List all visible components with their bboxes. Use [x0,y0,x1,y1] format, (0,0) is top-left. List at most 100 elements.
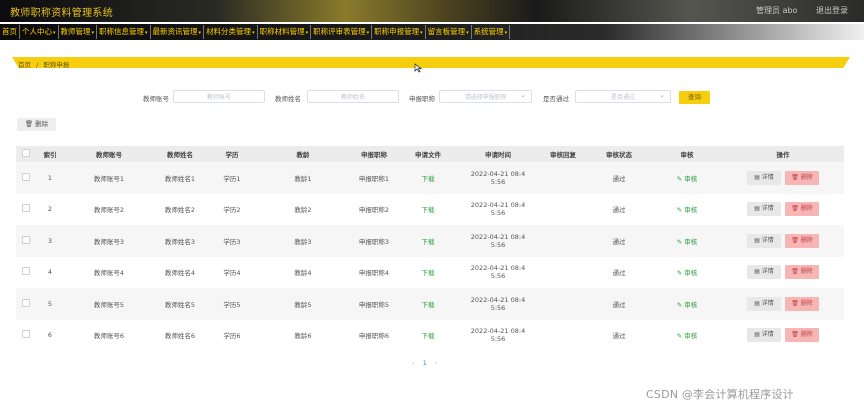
review-link[interactable]: ✎ 审核 [677,269,698,277]
delete-button[interactable]: 🗑 删除 [785,265,819,280]
chevron-down-icon: ▾ [366,30,370,36]
review-link[interactable]: ✎ 审核 [677,332,698,340]
header-reply: 审核回复 [550,151,576,159]
nav-item[interactable]: 职称信息管理▾ [97,25,151,39]
nav-item[interactable]: 材料分类管理▾ [204,25,258,39]
review-link[interactable]: ✎ 审核 [677,175,698,183]
current-page[interactable]: 1 [423,359,427,367]
chevron-down-icon: ▾ [198,30,202,36]
document-icon: ▤ [754,299,760,307]
detail-label: 详情 [761,331,774,339]
cell-reply [540,288,586,320]
breadcrumb-home[interactable]: 首页 [18,61,31,69]
row-checkbox[interactable] [16,257,36,289]
download-link[interactable]: 下载 [422,332,435,340]
document-icon: ▤ [754,173,760,181]
detail-button[interactable]: ▤ 详情 [747,233,781,248]
top-header: 教师职称资料管理系统 管理员 abo 退出登录 [0,0,864,22]
download-link[interactable]: 下载 [422,206,435,214]
nav-item[interactable]: 教师管理▾ [59,25,98,39]
cell-account: 教师账号6 [93,332,125,341]
cell-education: 学历3 [223,237,241,246]
review-link[interactable]: ✎ 审核 [677,206,698,214]
delete-button[interactable]: 🗑 删除 [785,170,819,185]
nav-item[interactable]: 最新资讯管理▾ [151,25,205,39]
cell-account: 教师账号2 [93,206,125,215]
chevron-down-icon: ▾ [305,30,309,36]
detail-button[interactable]: ▤ 详情 [747,170,781,185]
cell-title: 申报职称3 [358,237,390,246]
cell-title: 申报职称5 [358,300,390,309]
delete-button[interactable]: 🗑 删除 [785,328,819,343]
download-link[interactable]: 下载 [422,269,435,277]
nav-item[interactable]: 职称材料管理▾ [258,25,312,39]
mouse-cursor-icon [414,63,422,73]
edit-icon: ✎ [676,174,683,183]
nav-item[interactable]: 职称申报管理▾ [372,25,426,39]
detail-label: 详情 [761,236,774,244]
cell-index: 6 [47,331,53,340]
detail-button[interactable]: ▤ 详情 [747,328,781,343]
cell-years: 教龄5 [294,300,312,309]
row-checkbox[interactable] [16,162,36,194]
nav-item[interactable]: 首页 [0,25,20,39]
name-input[interactable]: 教师姓名 [307,90,399,103]
nav-item[interactable]: 留言板管理▾ [426,25,472,39]
download-link[interactable]: 下载 [422,175,435,183]
delete-button[interactable]: 🗑 删除 [785,202,819,217]
review-link[interactable]: ✎ 审核 [677,238,698,246]
review-label: 审核 [684,206,698,215]
review-label: 审核 [684,237,698,246]
row-checkbox[interactable] [16,225,36,257]
name-label: 教师姓名 [275,95,301,103]
cell-reply [540,225,586,257]
cell-actions: ▤ 详情 🗑 删除 [722,225,844,257]
cell-index: 2 [47,205,53,214]
detail-button[interactable]: ▤ 详情 [747,265,781,280]
delete-button[interactable]: 🗑 删除 [785,296,819,311]
cell-reply [540,320,586,352]
delete-button[interactable]: 🗑 删除 [785,233,819,248]
select-all-checkbox[interactable] [16,146,36,162]
document-icon: ▤ [754,268,760,276]
title-label: 申报职称 [409,95,435,103]
query-button[interactable]: 查询 [679,91,710,104]
nav-item[interactable]: 个人中心▾ [20,25,59,39]
row-checkbox[interactable] [16,320,36,352]
review-link[interactable]: ✎ 审核 [677,301,698,309]
cell-account: 教师账号3 [93,237,125,246]
cell-time-line2: 5:56 [490,177,506,186]
cell-reply [540,162,586,194]
detail-label: 详情 [761,299,774,307]
logout-link[interactable]: 退出登录 [816,6,848,15]
batch-delete-button[interactable]: 🗑 删除 [17,118,56,131]
cell-years: 教龄2 [294,206,312,215]
cell-title: 申报职称4 [358,269,390,278]
cell-actions: ▤ 详情 🗑 删除 [722,320,844,352]
title-select[interactable]: 请选择申报职称 [439,89,532,103]
detail-button[interactable]: ▤ 详情 [747,202,781,217]
row-checkbox[interactable] [16,194,36,226]
cell-title: 申报职称6 [358,332,390,341]
trash-icon: 🗑 [791,173,799,181]
download-link[interactable]: 下载 [422,238,435,246]
download-link[interactable]: 下载 [422,301,435,309]
batch-delete-label: 删除 [35,120,49,128]
cell-education: 学历4 [223,269,241,278]
delete-label: 删除 [800,205,813,213]
nav-item[interactable]: 职称评审表管理▾ [311,25,373,39]
passed-select[interactable]: 是否通过 [575,89,671,103]
detail-button[interactable]: ▤ 详情 [747,296,781,311]
cell-status: 通过 [612,206,626,215]
chevron-down-icon: ▾ [466,30,469,36]
next-page-button[interactable]: › [435,359,438,367]
header-years: 教龄 [296,151,310,159]
chevron-down-icon: ▾ [420,30,423,36]
trash-icon: 🗑 [791,205,799,213]
cell-education: 学历5 [223,300,241,309]
account-input[interactable]: 教师账号 [173,90,265,103]
prev-page-button[interactable]: ‹ [412,359,415,367]
nav-item[interactable]: 系统管理▾ [472,25,511,39]
row-checkbox[interactable] [16,288,36,320]
table-row: 6 教师账号6 教师姓名6 学历6 教龄6 申报职称6 下载 2022-04-21 08:4 5… [16,319,844,352]
